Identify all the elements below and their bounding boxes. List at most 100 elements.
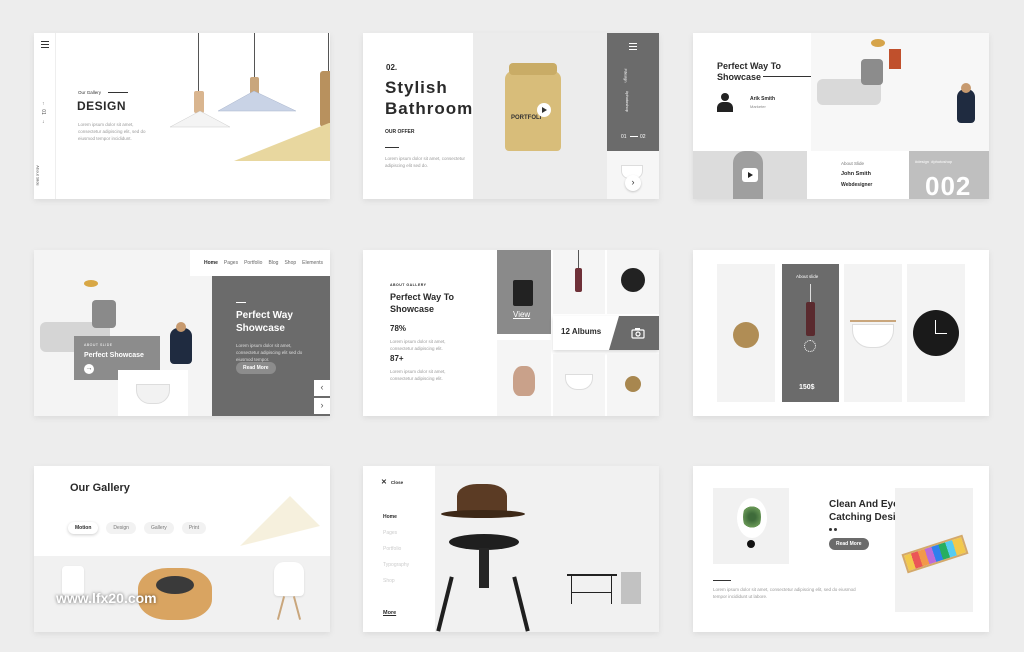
hamburger-icon[interactable] xyxy=(629,43,637,50)
menu-item-typography[interactable]: Typography xyxy=(383,562,409,568)
more-link[interactable]: More xyxy=(383,610,396,616)
close-button[interactable]: ✕ Close xyxy=(381,478,403,486)
slide-title-line1: Perfect Way xyxy=(236,310,293,321)
arrow-right-icon[interactable]: → xyxy=(84,364,94,374)
gallery-tile-clock[interactable] xyxy=(607,250,659,314)
stat-lorem-2: Lorem ipsum dolor sit amet, consectetur … xyxy=(390,369,446,381)
side-menu: ✕ Close Home Pages Portfolio Typography … xyxy=(363,466,435,632)
play-icon xyxy=(542,107,547,113)
gallery-tile-brushes[interactable]: View xyxy=(497,250,551,334)
slide-about-gallery[interactable]: ABOUT GALLERY Perfect Way To Showcase 78… xyxy=(363,250,659,416)
gallery-tile-vase[interactable] xyxy=(497,340,551,416)
close-icon: ✕ xyxy=(381,479,387,486)
slide-title-line1: Perfect Way To xyxy=(390,292,455,302)
slide-subtitle: OUR OFFER xyxy=(385,129,415,135)
product-tassel-featured[interactable]: About slide 150$ xyxy=(782,264,839,402)
chair-image xyxy=(811,33,989,151)
tab-print[interactable]: Print xyxy=(181,522,207,534)
menu-item-portfolio[interactable]: Portfolio xyxy=(383,546,401,552)
next-button[interactable]: › xyxy=(314,398,330,414)
jar-image: PORTFOLI xyxy=(505,63,561,151)
about-label: About slide xyxy=(796,274,819,279)
slide-menu-open[interactable]: ✕ Close Home Pages Portfolio Typography … xyxy=(363,466,659,632)
person-name: Arik Smith xyxy=(750,96,776,102)
menu-item-home[interactable]: Home xyxy=(383,514,397,520)
menu-item-shop[interactable]: Shop xyxy=(383,578,395,584)
counter-start: 01 xyxy=(621,134,627,140)
menu-item-pages[interactable]: Pages xyxy=(383,530,397,536)
gallery-tile-tassel[interactable] xyxy=(553,250,605,314)
basket-thumb: › xyxy=(607,151,659,199)
play-button[interactable] xyxy=(537,103,551,117)
nav-blog[interactable]: Blog xyxy=(268,260,278,266)
eyebrow-line xyxy=(108,92,128,93)
slide-sidebar: ↑ 01 ↓ About Slide xyxy=(34,33,56,199)
slide-title-line2: Bathroom xyxy=(385,99,474,118)
close-label: Close xyxy=(390,479,404,485)
gallery-tile-basket[interactable] xyxy=(553,354,605,416)
tag-photoshop: #photoshop xyxy=(624,91,630,112)
slide-clean-design[interactable]: Clean And Eye Catching Desing As It Read… xyxy=(693,466,989,632)
pager-up[interactable]: ↑ xyxy=(42,101,45,107)
slide-stylish-bathroom[interactable]: 02. Stylish Bathroom OUR OFFER Lorem ips… xyxy=(363,33,659,199)
slide-our-gallery[interactable]: Our Gallery Motion Design Gallery Print … xyxy=(34,466,330,632)
product-knot[interactable] xyxy=(717,264,775,402)
nav-portfolio[interactable]: Portfolio xyxy=(244,260,262,266)
play-button[interactable] xyxy=(742,168,758,182)
about-name: John Smith xyxy=(841,171,871,177)
nav-shop[interactable]: Shop xyxy=(284,260,296,266)
nav-home[interactable]: Home xyxy=(204,260,218,266)
filter-tabs: Motion Design Gallery Print xyxy=(68,522,207,534)
hamburger-icon[interactable] xyxy=(41,41,49,48)
slide-title: DESIGN xyxy=(77,99,127,113)
albums-card[interactable]: 12 Albums xyxy=(553,316,659,350)
product-price: 150$ xyxy=(799,384,815,391)
title-line xyxy=(763,76,813,77)
nav-pages[interactable]: Pages xyxy=(224,260,238,266)
pager-number: 01 xyxy=(39,109,46,115)
big-number: 002 xyxy=(925,171,972,199)
gallery-tile-knot[interactable] xyxy=(607,354,659,416)
lamp-faded-image xyxy=(230,466,330,556)
slide-title-line1: Perfect Way To xyxy=(717,61,782,71)
nav-elements[interactable]: Elements xyxy=(302,260,323,266)
stat-lorem-1: Lorem ipsum dolor sit amet, consectetur … xyxy=(390,339,446,351)
prev-button[interactable]: ‹ xyxy=(314,380,330,396)
about-role: Webdesigner xyxy=(841,182,873,188)
crayons-image xyxy=(895,488,973,612)
next-button[interactable]: › xyxy=(625,175,641,191)
camera-icon xyxy=(631,328,645,339)
product-clock[interactable] xyxy=(907,264,965,402)
slide-perfect-way[interactable]: Perfect Way To Showcase Arik Smith Marke… xyxy=(693,33,989,199)
about-label: About Slide xyxy=(841,161,865,166)
slide-design[interactable]: ↑ 01 ↓ About Slide Our Gallery DESIGN Lo… xyxy=(34,33,330,199)
big-number-panel: #design #photoshop 002 xyxy=(909,151,989,199)
eyebrow: Our Gallery xyxy=(78,90,102,95)
slide-lorem: Lorem ipsum dolor sit amet, consectetur … xyxy=(713,587,856,599)
avatar xyxy=(717,93,733,113)
card-title: Perfect Showcase xyxy=(84,352,144,359)
slide-perfect-showcase[interactable]: Home Pages Portfolio Blog Shop Elements … xyxy=(34,250,330,416)
side-label: About Slide xyxy=(35,165,41,186)
tag-design: #design xyxy=(623,68,629,83)
dots-indicator xyxy=(829,528,837,531)
tab-gallery[interactable]: Gallery xyxy=(143,522,174,534)
slide-title-line2: Showcase xyxy=(236,323,285,334)
view-link[interactable]: View xyxy=(513,310,530,319)
table-image xyxy=(567,574,617,606)
play-icon xyxy=(748,172,753,178)
eyebrow: ABOUT GALLERY xyxy=(390,283,427,287)
product-basket[interactable] xyxy=(844,264,902,402)
tab-design[interactable]: Design xyxy=(106,522,136,534)
pager-down[interactable]: ↓ xyxy=(42,119,45,125)
slide-product-columns[interactable]: About slide 150$ xyxy=(693,250,989,416)
read-more-button[interactable]: Read More xyxy=(236,362,276,374)
tab-motion[interactable]: Motion xyxy=(68,522,99,534)
hat-stool-image xyxy=(435,466,535,632)
stat-percent: 78% xyxy=(390,324,407,333)
slide-lorem: Lorem ipsum dolor sit amet, consectetur … xyxy=(236,343,303,362)
camera-button[interactable] xyxy=(609,316,659,350)
gray-swatch xyxy=(621,572,641,604)
read-more-button[interactable]: Read More xyxy=(829,538,869,550)
slide-title-line2: Showcase xyxy=(717,72,762,82)
